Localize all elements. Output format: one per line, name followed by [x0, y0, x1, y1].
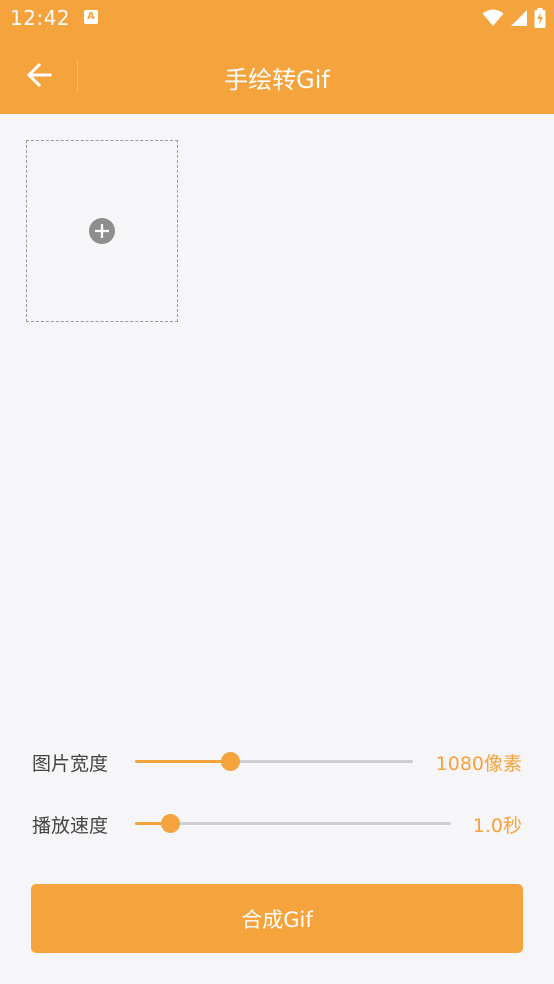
compose-gif-button[interactable]: 合成Gif: [31, 884, 523, 953]
width-setting-row: 图片宽度 1080像素: [0, 741, 554, 781]
speed-value: 1.0秒: [472, 815, 522, 837]
plus-circle-icon: [89, 218, 115, 244]
speed-slider-thumb[interactable]: [160, 814, 180, 833]
speed-label: 播放速度: [32, 815, 109, 837]
add-drawing-slot[interactable]: [26, 140, 178, 322]
width-slider-fill: [135, 760, 230, 763]
cell-signal-icon: [511, 10, 527, 26]
width-value: 1080像素: [435, 753, 522, 775]
width-slider[interactable]: [135, 752, 413, 771]
battery-charging-icon: [534, 8, 546, 28]
notification-icon: A: [84, 10, 98, 24]
width-label: 图片宽度: [32, 753, 109, 775]
status-time: 12:42: [10, 6, 71, 30]
toolbar: 手绘转Gif: [0, 38, 554, 114]
notification-glyph: A: [87, 11, 95, 22]
status-bar: 12:42 A: [0, 0, 554, 38]
speed-slider[interactable]: [135, 814, 451, 833]
app-bar: 12:42 A 手绘转Gif: [0, 0, 554, 114]
page-title: 手绘转Gif: [224, 66, 330, 94]
width-slider-thumb[interactable]: [220, 752, 240, 771]
status-icons: [482, 8, 546, 28]
wifi-icon: [482, 9, 504, 26]
speed-setting-row: 播放速度 1.0秒: [0, 803, 554, 843]
